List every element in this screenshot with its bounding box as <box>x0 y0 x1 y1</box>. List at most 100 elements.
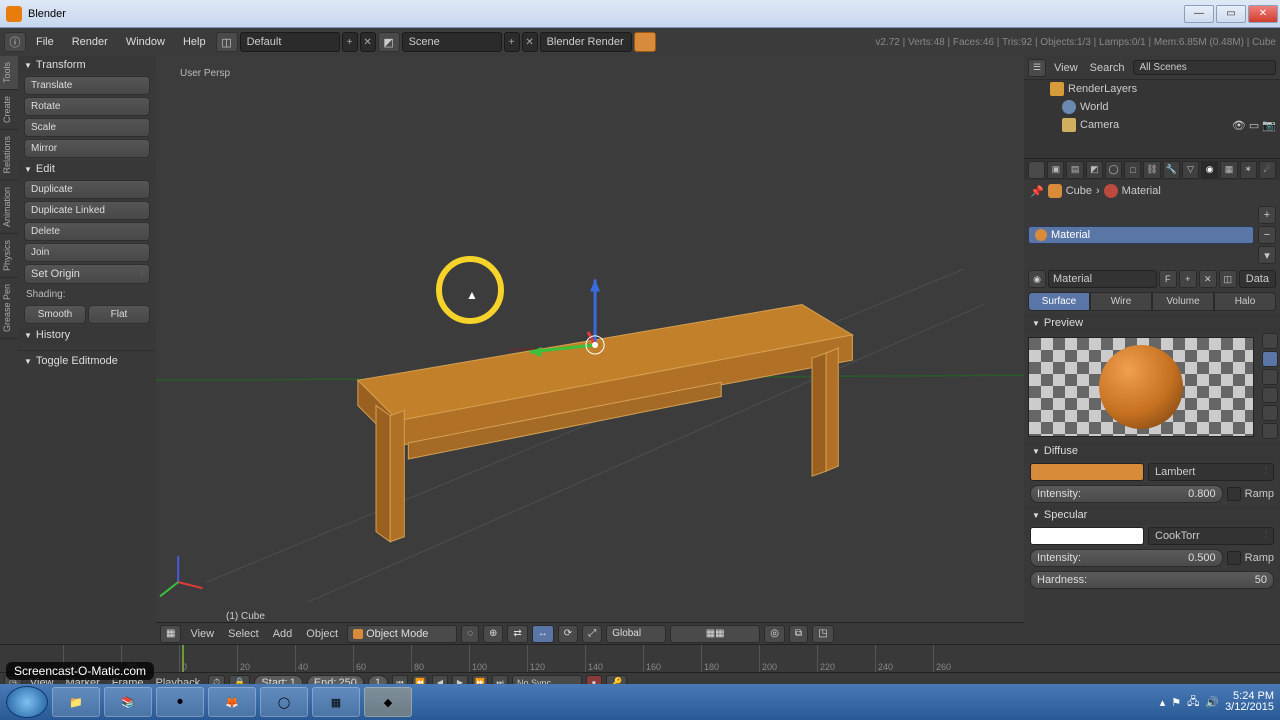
material-slot-menu[interactable]: ▾ <box>1258 246 1276 264</box>
material-link-dropdown[interactable]: Data <box>1239 270 1276 288</box>
material-fake-user[interactable]: F <box>1159 270 1177 288</box>
duplicate-linked-button[interactable]: Duplicate Linked <box>24 201 150 220</box>
panel-diffuse[interactable]: Diffuse <box>1024 441 1280 461</box>
menu-window[interactable]: Window <box>118 28 173 56</box>
editor-type-icon[interactable]: ⓘ <box>4 32 26 52</box>
add-menu[interactable]: Add <box>268 628 298 640</box>
join-button[interactable]: Join <box>24 243 150 262</box>
panel-transform[interactable]: Transform <box>18 56 156 74</box>
visibility-icon[interactable]: 👁 <box>1232 119 1246 132</box>
view-menu[interactable]: View <box>185 628 219 640</box>
tray-volume-icon[interactable]: 🔊 <box>1205 696 1219 709</box>
tray-flag-icon[interactable]: ⚑ <box>1171 696 1181 709</box>
layout-browse-icon[interactable]: ◫ <box>216 32 238 52</box>
select-menu[interactable]: Select <box>223 628 264 640</box>
breadcrumb-object[interactable]: Cube <box>1066 185 1092 197</box>
material-unlink[interactable]: ✕ <box>1199 270 1217 288</box>
pin-icon[interactable]: 📌 <box>1030 185 1044 198</box>
diffuse-intensity[interactable]: Intensity:0.800 <box>1030 485 1223 503</box>
outliner-row-world[interactable]: World <box>1024 98 1280 116</box>
render-preview-icon[interactable]: ◳ <box>812 625 833 643</box>
viewport-shading-icon[interactable]: ◌ <box>461 625 479 643</box>
close-button[interactable]: ✕ <box>1248 5 1278 23</box>
delete-button[interactable]: Delete <box>24 222 150 241</box>
taskbar-libraries-icon[interactable]: 📚 <box>104 687 152 717</box>
panel-edit[interactable]: Edit <box>18 160 156 178</box>
specular-hardness[interactable]: Hardness:50 <box>1030 571 1274 589</box>
translate-button[interactable]: Translate <box>24 76 150 95</box>
shade-smooth-button[interactable]: Smooth <box>24 305 86 324</box>
taskbar-firefox-icon[interactable]: 🦊 <box>208 687 256 717</box>
scene-browse-icon[interactable]: ◩ <box>378 32 400 52</box>
outliner-editor-icon[interactable]: ☰ <box>1028 59 1046 77</box>
layout-add-button[interactable]: + <box>342 32 358 52</box>
material-nodes-icon[interactable]: ◫ <box>1219 270 1237 288</box>
mattab-surface[interactable]: Surface <box>1028 292 1090 311</box>
tab-world[interactable]: ◯ <box>1105 161 1122 179</box>
outliner-view-menu[interactable]: View <box>1050 62 1082 74</box>
taskbar-explorer-icon[interactable]: 📁 <box>52 687 100 717</box>
tab-relations[interactable]: Relations <box>0 130 18 181</box>
mattab-halo[interactable]: Halo <box>1214 292 1276 311</box>
editor-type-3dview-icon[interactable]: ▦ <box>160 625 181 643</box>
material-slot-add[interactable]: + <box>1258 206 1276 224</box>
tab-renderlayers[interactable]: ▤ <box>1066 161 1083 179</box>
pivot-icon[interactable]: ⊕ <box>483 625 503 643</box>
specular-intensity[interactable]: Intensity:0.500 <box>1030 549 1223 567</box>
tab-tools[interactable]: Tools <box>0 56 18 90</box>
material-name-field[interactable]: Material <box>1048 270 1157 288</box>
mirror-button[interactable]: Mirror <box>24 139 150 158</box>
rotate-button[interactable]: Rotate <box>24 97 150 116</box>
outliner-search-menu[interactable]: Search <box>1086 62 1129 74</box>
timeline[interactable]: -40-200204060801001201401601802002202402… <box>0 644 1280 672</box>
layers-grid[interactable]: ▦▦ <box>670 625 760 643</box>
layout-remove-button[interactable]: ✕ <box>360 32 376 52</box>
preview-sphere-icon[interactable] <box>1262 351 1278 367</box>
panel-preview[interactable]: Preview <box>1024 313 1280 333</box>
preview-flat-icon[interactable] <box>1262 333 1278 349</box>
taskbar-chrome-icon[interactable]: ◯ <box>260 687 308 717</box>
material-slot-remove[interactable]: − <box>1258 226 1276 244</box>
scene-add-button[interactable]: + <box>504 32 520 52</box>
preview-monkey-icon[interactable] <box>1262 387 1278 403</box>
material-slot[interactable]: Material <box>1028 226 1254 244</box>
manipulator-scale-icon[interactable]: ⤢ <box>582 625 602 643</box>
specular-color[interactable] <box>1030 527 1144 545</box>
diffuse-color[interactable] <box>1030 463 1144 481</box>
outliner-filter-dropdown[interactable]: All Scenes <box>1133 60 1276 75</box>
preview-hair-icon[interactable] <box>1262 405 1278 421</box>
tab-render[interactable]: ▣ <box>1047 161 1064 179</box>
snap-icon[interactable]: ⧉ <box>789 625 808 643</box>
tab-modifiers[interactable]: 🔧 <box>1163 161 1180 179</box>
set-origin-dropdown[interactable]: Set Origin <box>24 264 150 284</box>
mattab-wire[interactable]: Wire <box>1090 292 1152 311</box>
scene-dropdown[interactable]: Scene <box>402 32 502 52</box>
menu-help[interactable]: Help <box>175 28 214 56</box>
tab-data[interactable]: ▽ <box>1182 161 1199 179</box>
tab-physics[interactable]: ☄ <box>1259 161 1276 179</box>
selectable-icon[interactable]: ▭ <box>1249 119 1259 132</box>
manipulator-translate-icon[interactable]: ↔ <box>532 625 554 643</box>
taskbar-blender-icon[interactable]: ◆ <box>364 687 412 717</box>
scene-remove-button[interactable]: ✕ <box>522 32 538 52</box>
scale-button[interactable]: Scale <box>24 118 150 137</box>
menu-file[interactable]: File <box>28 28 62 56</box>
orientation-dropdown[interactable]: Global <box>606 625 666 643</box>
taskbar-app-icon[interactable]: ▦ <box>312 687 360 717</box>
shade-flat-button[interactable]: Flat <box>88 305 150 324</box>
material-browse-icon[interactable]: ◉ <box>1028 270 1046 288</box>
tab-scene[interactable]: ◩ <box>1086 161 1103 179</box>
taskbar-recorder-icon[interactable]: ⏺ <box>156 687 204 717</box>
outliner[interactable]: RenderLayers World Camera👁▭📷 <box>1024 80 1280 158</box>
material-new[interactable]: + <box>1179 270 1197 288</box>
tab-texture[interactable]: ▦ <box>1220 161 1237 179</box>
mattab-volume[interactable]: Volume <box>1152 292 1214 311</box>
diffuse-ramp-check[interactable] <box>1227 487 1241 501</box>
breadcrumb-material[interactable]: Material <box>1122 185 1161 197</box>
tab-create[interactable]: Create <box>0 90 18 130</box>
tab-material[interactable]: ◉ <box>1201 161 1218 179</box>
duplicate-button[interactable]: Duplicate <box>24 180 150 199</box>
panel-history[interactable]: History <box>18 326 156 344</box>
tray-date[interactable]: 3/12/2015 <box>1225 702 1274 713</box>
object-menu[interactable]: Object <box>301 628 343 640</box>
